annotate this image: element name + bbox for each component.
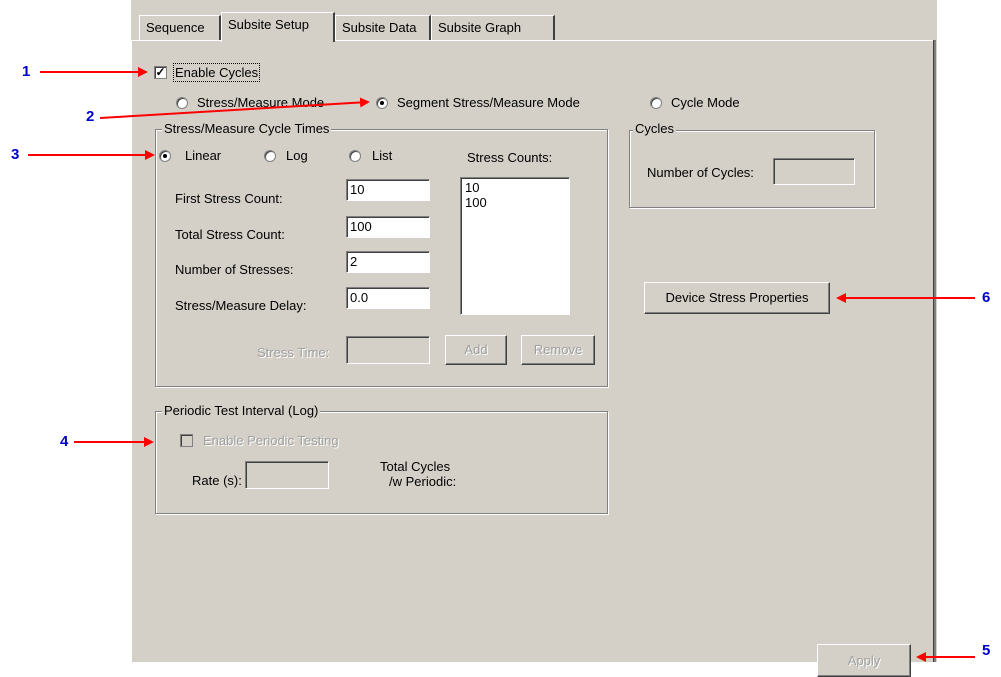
callout-5-label: 5 [982,642,991,659]
callout-1-label: 1 [22,63,31,80]
tab-subsite-setup[interactable]: Subsite Setup [221,12,335,42]
annotation-arrows [28,67,975,662]
callout-6-label: 6 [982,289,991,306]
callout-4-label: 4 [60,433,69,450]
callout-3-label: 3 [11,146,20,163]
callout-2-arrow [99,97,370,119]
callout-2-label: 2 [86,108,95,125]
